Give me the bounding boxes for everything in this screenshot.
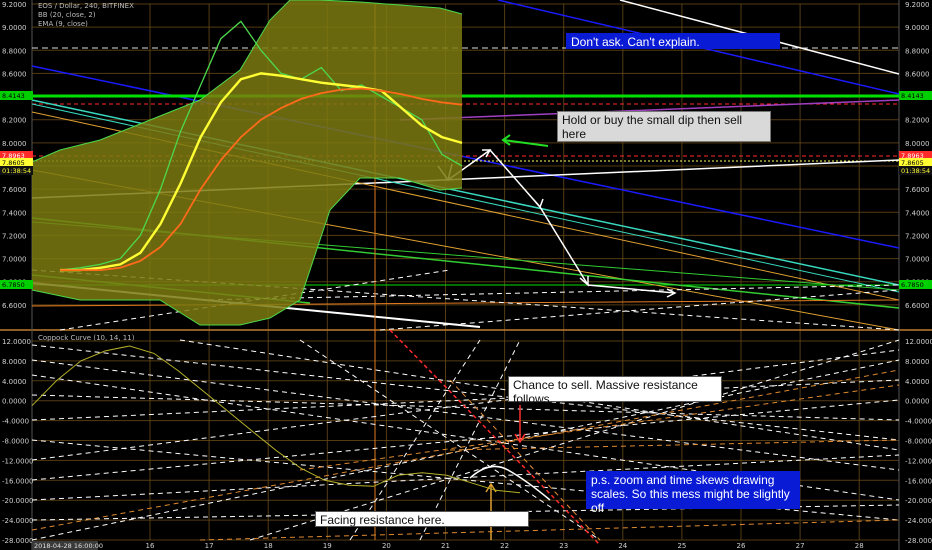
osc-tick-label-left: 0.0000	[2, 398, 27, 406]
osc-tick-label-right: 4.0000	[905, 378, 930, 386]
osc-tick-label-left: -20.0000	[2, 497, 33, 505]
x-tick-label: 17	[205, 542, 214, 550]
y-tick-label-left: 8.8000	[2, 47, 27, 55]
y-tick-label-left: 8.6000	[2, 70, 27, 78]
x-tick-label: 27	[796, 542, 805, 550]
date-label: 2018-04-28 16:00:00	[34, 542, 103, 550]
x-tick-label: 16	[146, 542, 155, 550]
y-tick-label-right: 6.6000	[905, 302, 930, 310]
annotation-dont-ask[interactable]: Don't ask. Can't explain.	[566, 33, 780, 49]
osc-tick-label-left: -24.0000	[2, 517, 33, 525]
y-tick-label-right: 8.0000	[905, 140, 930, 148]
osc-tick-label-right: 8.0000	[905, 358, 930, 366]
osc-tick-label-right: 12.0000	[905, 338, 932, 346]
x-tick-label: 18	[264, 542, 273, 550]
x-tick-label: 19	[323, 542, 332, 550]
price-tag-label: 6.7850	[2, 281, 25, 289]
y-tick-label-left: 7.4000	[2, 209, 27, 217]
y-tick-label-left: 9.2000	[2, 1, 27, 9]
chart-canvas[interactable]: 16 17 18 19 20 21 22 23 24 25 26 27 28 9.2000 9.2000 9.…	[0, 0, 932, 550]
price-tag-label: 8.4143	[2, 92, 25, 100]
y-tick-label-right: 7.0000	[905, 256, 930, 264]
osc-tick-label-right: -24.0000	[905, 517, 932, 525]
x-tick-label: 20	[382, 542, 391, 550]
price-tag-label: 7.8605	[901, 159, 924, 167]
y-tick-label-left: 9.0000	[2, 24, 27, 32]
price-tag-label: 01:38:54	[901, 167, 930, 175]
bb-legend: BB (20, close, 2)	[38, 11, 96, 19]
y-tick-label-right: 7.4000	[905, 209, 930, 217]
osc-tick-label-right: -4.0000	[905, 418, 932, 426]
osc-tick-label-right: -8.0000	[905, 438, 932, 446]
x-tick-label: 23	[559, 542, 568, 550]
y-tick-label-right: 9.2000	[905, 1, 930, 9]
x-tick-label: 24	[618, 542, 627, 550]
osc-tick-label-left: -28.0000	[2, 537, 33, 545]
x-tick-label: 26	[737, 542, 746, 550]
y-tick-label-left: 8.2000	[2, 117, 27, 125]
annotation-ps[interactable]: p.s. zoom and time skews drawing scales.…	[586, 471, 800, 515]
osc-tick-label-right: 0.0000	[905, 398, 930, 406]
osc-tick-label-left: -16.0000	[2, 477, 33, 485]
osc-tick-label-left: 4.0000	[2, 378, 27, 386]
y-tick-label-left: 6.6000	[2, 302, 27, 310]
osc-tick-label-right: -16.0000	[905, 477, 932, 485]
ema-legend: EMA (9, close)	[38, 20, 88, 28]
osc-tick-label-right: -28.0000	[905, 537, 932, 545]
y-tick-label-right: 8.6000	[905, 70, 930, 78]
osc-tick-label-left: 8.0000	[2, 358, 27, 366]
x-tick-label: 25	[677, 542, 686, 550]
osc-tick-label-left: -4.0000	[2, 418, 29, 426]
y-tick-label-right: 7.6000	[905, 186, 930, 194]
y-tick-label-right: 7.2000	[905, 232, 930, 240]
y-tick-label-left: 7.2000	[2, 232, 27, 240]
price-tag-label: 8.4143	[901, 92, 924, 100]
annotation-facing-resistance[interactable]: Facing resistance here.	[315, 511, 529, 527]
x-tick-label: 28	[855, 542, 864, 550]
x-tick-label: 22	[500, 542, 509, 550]
x-tick-label: 21	[441, 542, 450, 550]
y-tick-label-left: 7.6000	[2, 186, 27, 194]
price-tag-label: 6.7850	[901, 281, 924, 289]
osc-tick-label-left: -8.0000	[2, 438, 29, 446]
price-tag-label: 01:38:54	[2, 167, 31, 175]
osc-tick-label-right: -20.0000	[905, 497, 932, 505]
y-tick-label-left: 7.0000	[2, 256, 27, 264]
y-tick-label-right: 9.0000	[905, 24, 930, 32]
symbol-title: EOS / Dollar, 240, BITFINEX	[38, 2, 134, 10]
y-tick-label-right: 8.2000	[905, 117, 930, 125]
osc-tick-label-left: -12.0000	[2, 457, 33, 465]
price-tag-label: 7.8605	[2, 159, 25, 167]
y-tick-label-left: 8.0000	[2, 140, 27, 148]
y-tick-label-right: 8.8000	[905, 47, 930, 55]
osc-tick-label-left: 12.0000	[2, 338, 31, 346]
osc-tick-label-right: -12.0000	[905, 457, 932, 465]
annotation-hold[interactable]: Hold or buy the small dip then sell here	[557, 111, 771, 142]
coppock-legend: Coppock Curve (10, 14, 11)	[38, 334, 135, 342]
annotation-chance-to-sell[interactable]: Chance to sell. Massive resistance follo…	[508, 376, 722, 406]
